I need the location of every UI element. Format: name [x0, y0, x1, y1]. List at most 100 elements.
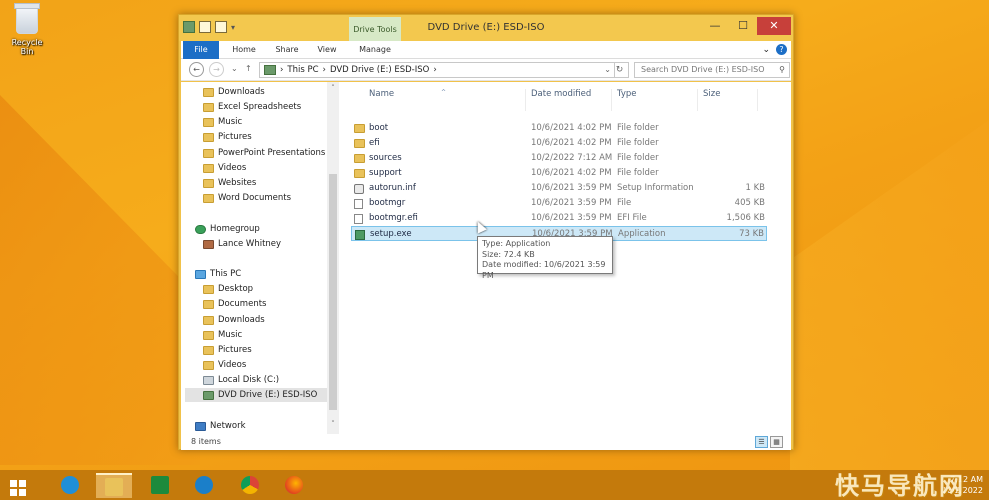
- title-bar[interactable]: ▾ Drive Tools DVD Drive (E:) ESD-ISO — ☐…: [179, 15, 793, 41]
- details-view-button[interactable]: ☰: [755, 436, 768, 448]
- nav-item-pc-videos[interactable]: Videos: [203, 358, 246, 372]
- nav-item-powerpoint-presentations[interactable]: PowerPoint Presentations: [203, 146, 325, 160]
- scroll-up-icon[interactable]: ˄: [327, 84, 339, 92]
- store-icon: [151, 476, 169, 494]
- nav-item-word-documents[interactable]: Word Documents: [203, 191, 291, 205]
- start-button[interactable]: [0, 473, 36, 498]
- tooltip-type: Type: Application: [482, 239, 551, 248]
- tab-share[interactable]: Share: [269, 41, 305, 59]
- nav-item-label: Videos: [218, 163, 247, 173]
- table-row[interactable]: support 10/6/2021 4:02 PM File folder: [351, 166, 767, 181]
- nav-item-dvd-drive[interactable]: DVD Drive (E:) ESD-ISO: [185, 388, 327, 402]
- refresh-button[interactable]: ↻: [611, 62, 629, 78]
- nav-item-label: Pictures: [218, 132, 252, 142]
- column-header-date[interactable]: Date modified: [531, 89, 591, 99]
- table-row[interactable]: efi 10/6/2021 4:02 PM File folder: [351, 136, 767, 151]
- taskbar-firefox[interactable]: [276, 473, 312, 498]
- ribbon-collapse-icon[interactable]: ⌄: [762, 45, 770, 55]
- table-row[interactable]: bootmgr.efi 10/6/2021 3:59 PM EFI File 1…: [351, 211, 767, 226]
- tab-view[interactable]: View: [309, 41, 345, 59]
- search-icon[interactable]: ⚲: [779, 63, 785, 77]
- file-type: File folder: [617, 168, 659, 178]
- file-type: File folder: [617, 138, 659, 148]
- table-row[interactable]: boot 10/6/2021 4:02 PM File folder: [351, 121, 767, 136]
- breadcrumb-separator[interactable]: ›: [433, 65, 436, 75]
- file-date: 10/6/2021 4:02 PM: [531, 168, 612, 178]
- folder-icon: [203, 360, 214, 370]
- tab-home[interactable]: Home: [225, 41, 263, 59]
- search-input[interactable]: Search DVD Drive (E:) ESD-ISO ⚲: [634, 62, 790, 78]
- nav-pane-scrollbar[interactable]: ˄ ˅: [327, 82, 339, 434]
- scroll-down-icon[interactable]: ˅: [327, 420, 339, 428]
- breadcrumb-this-pc[interactable]: This PC: [287, 65, 318, 75]
- tab-file[interactable]: File: [183, 41, 219, 59]
- nav-item-pc-pictures[interactable]: Pictures: [203, 343, 252, 357]
- maximize-button[interactable]: ☐: [729, 17, 757, 35]
- file-date: 10/6/2021 3:59 PM: [531, 183, 612, 193]
- file-date: 10/2/2022 7:12 AM: [531, 153, 613, 163]
- address-dropdown-icon[interactable]: ⌄: [604, 65, 611, 74]
- nav-item-videos[interactable]: Videos: [203, 161, 246, 175]
- dvd-drive-icon: [203, 390, 214, 400]
- nav-item-label: Music: [218, 117, 243, 127]
- nav-item-label: Music: [218, 330, 243, 340]
- taskbar-internet-explorer[interactable]: [52, 473, 88, 498]
- taskbar-file-explorer[interactable]: [96, 473, 132, 498]
- up-button[interactable]: ↑: [245, 64, 252, 73]
- nav-item-network[interactable]: Network: [195, 419, 246, 433]
- hard-drive-icon: [203, 375, 214, 385]
- table-row[interactable]: sources 10/2/2022 7:12 AM File folder: [351, 151, 767, 166]
- nav-item-user[interactable]: Lance Whitney: [203, 237, 281, 251]
- column-header-type[interactable]: Type: [617, 89, 637, 99]
- wallpaper-shape: [790, 120, 989, 470]
- taskbar-edge[interactable]: [186, 473, 222, 498]
- large-icons-view-button[interactable]: ▦: [770, 436, 783, 448]
- taskbar-chrome[interactable]: [232, 473, 268, 498]
- back-button[interactable]: ←: [189, 62, 204, 77]
- breadcrumb-dvd-drive[interactable]: DVD Drive (E:) ESD-ISO: [330, 65, 429, 75]
- nav-item-label: Documents: [218, 299, 267, 309]
- nav-item-local-disk[interactable]: Local Disk (C:): [203, 373, 279, 387]
- nav-item-desktop[interactable]: Desktop: [203, 282, 253, 296]
- column-headers: ^ Name Date modified Type Size: [341, 82, 791, 111]
- breadcrumb-separator[interactable]: ›: [280, 65, 283, 75]
- scrollbar-thumb[interactable]: [329, 174, 337, 410]
- taskbar-store[interactable]: [142, 473, 178, 498]
- nav-item-pc-music[interactable]: Music: [203, 328, 242, 342]
- folder-icon: [203, 132, 214, 142]
- table-row[interactable]: bootmgr 10/6/2021 3:59 PM File 405 KB: [351, 196, 767, 211]
- address-bar[interactable]: › This PC › DVD Drive (E:) ESD-ISO › ⌄: [259, 62, 615, 78]
- breadcrumb-separator[interactable]: ›: [323, 65, 326, 75]
- minimize-button[interactable]: —: [701, 17, 729, 35]
- forward-button[interactable]: →: [209, 62, 224, 77]
- folder-icon: [354, 154, 365, 163]
- help-icon[interactable]: ?: [776, 44, 787, 55]
- desktop-icon-recycle-bin[interactable]: Recycle Bin: [4, 3, 50, 56]
- nav-item-this-pc[interactable]: This PC: [195, 267, 241, 281]
- nav-item-music[interactable]: Music: [203, 115, 242, 129]
- nav-item-documents[interactable]: Documents: [203, 297, 266, 311]
- close-button[interactable]: ✕: [757, 17, 791, 35]
- column-header-name[interactable]: Name: [369, 89, 394, 99]
- nav-item-pictures[interactable]: Pictures: [203, 130, 252, 144]
- windows-logo-icon: [10, 480, 26, 496]
- recent-locations-button[interactable]: ⌄: [231, 64, 238, 73]
- nav-item-excel-spreadsheets[interactable]: Excel Spreadsheets: [203, 100, 301, 114]
- item-count: 8 items: [191, 437, 221, 446]
- nav-item-pc-downloads[interactable]: Downloads: [203, 313, 265, 327]
- table-row[interactable]: autorun.inf 10/6/2021 3:59 PM Setup Info…: [351, 181, 767, 196]
- search-placeholder: Search DVD Drive (E:) ESD-ISO: [641, 65, 765, 74]
- file-name: sources: [369, 153, 402, 163]
- recycle-bin-icon: [14, 3, 40, 34]
- file-date: 10/6/2021 4:02 PM: [531, 138, 612, 148]
- nav-item-websites[interactable]: Websites: [203, 176, 256, 190]
- nav-item-label: Websites: [218, 178, 257, 188]
- folder-icon: [203, 148, 214, 158]
- tab-manage[interactable]: Manage: [353, 41, 397, 59]
- column-header-size[interactable]: Size: [703, 89, 720, 99]
- file-name: setup.exe: [370, 229, 412, 239]
- nav-item-label: Lance Whitney: [218, 239, 282, 249]
- nav-item-downloads[interactable]: Downloads: [203, 85, 265, 99]
- file-name: support: [369, 168, 402, 178]
- nav-item-homegroup[interactable]: Homegroup: [195, 222, 260, 236]
